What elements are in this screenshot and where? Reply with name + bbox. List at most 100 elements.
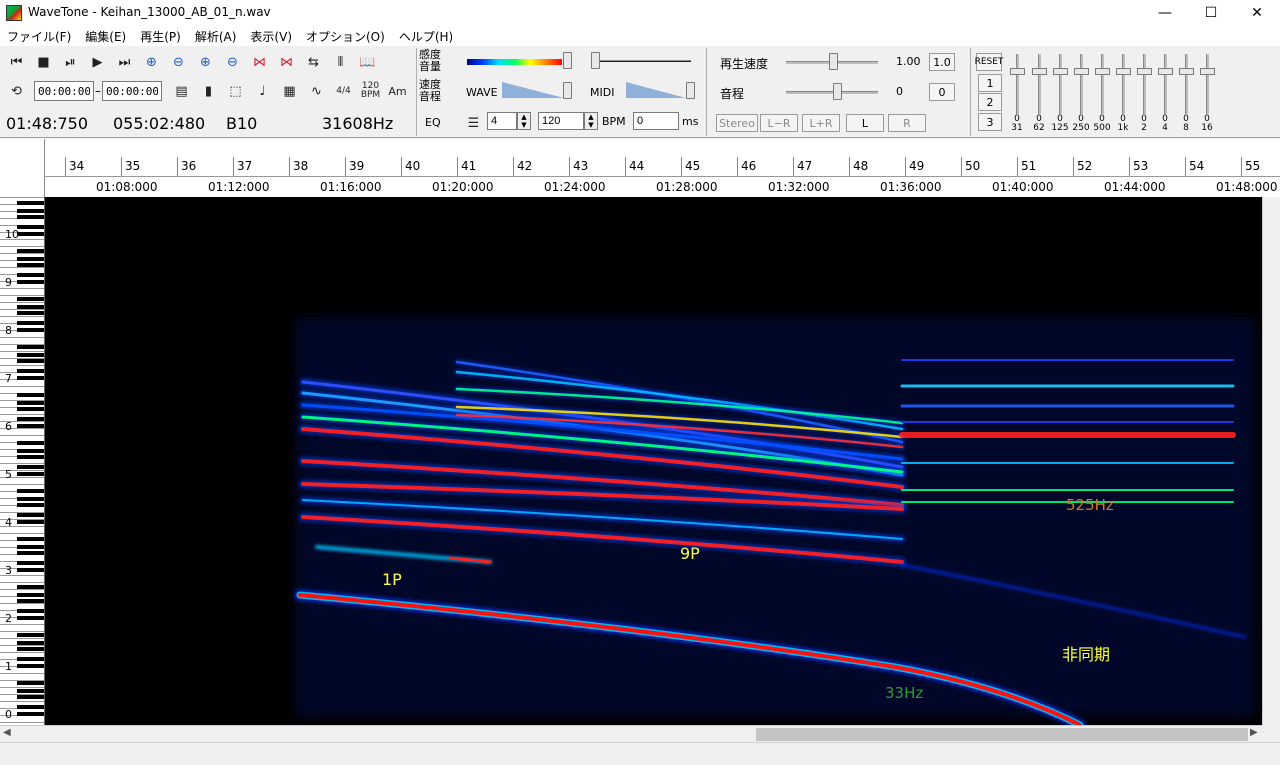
horizontal-scroll-thumb[interactable]: [756, 728, 1248, 741]
black-key[interactable]: [17, 352, 44, 357]
channel-l-button[interactable]: L: [846, 114, 884, 132]
black-key[interactable]: [17, 407, 44, 412]
black-key[interactable]: [17, 681, 44, 686]
eq-thumb[interactable]: [1032, 68, 1047, 75]
eq-thumb[interactable]: [1010, 68, 1025, 75]
black-key[interactable]: [17, 647, 44, 652]
pause-icon[interactable]: ⏯: [57, 50, 84, 74]
black-key[interactable]: [17, 568, 44, 573]
stereo-button[interactable]: Stereo: [716, 114, 758, 132]
black-key[interactable]: [17, 328, 44, 333]
wave-slider[interactable]: [563, 82, 572, 99]
menu-edit[interactable]: 編集(E): [78, 26, 133, 46]
scroll-right-icon[interactable]: ▶: [1250, 727, 1258, 738]
menu-play[interactable]: 再生(P): [133, 26, 188, 46]
playback-speed-reset-button[interactable]: 1.0: [929, 53, 955, 71]
black-key[interactable]: [17, 561, 44, 566]
compress-v-icon[interactable]: ⋈: [273, 50, 300, 74]
menu-file[interactable]: ファイル(F): [0, 26, 78, 46]
select-icon[interactable]: ⬚: [222, 79, 249, 103]
black-key[interactable]: [17, 417, 44, 422]
volume-slider-track[interactable]: [593, 60, 691, 62]
menu-options[interactable]: オプション(O): [299, 26, 392, 46]
bpm-spinner[interactable]: ▲ ▼: [584, 112, 598, 130]
black-key[interactable]: [17, 280, 44, 285]
menu-analyze[interactable]: 解析(A): [188, 26, 244, 46]
eq-band-1k[interactable]: 0 1k: [1114, 54, 1132, 136]
eq-preset-1-button[interactable]: 1: [978, 74, 1002, 92]
eq-thumb[interactable]: [1074, 68, 1089, 75]
layout-icon[interactable]: ▤: [168, 79, 195, 103]
eq-thumb[interactable]: [1137, 68, 1152, 75]
grid-icon[interactable]: ▦: [276, 79, 303, 103]
key-button[interactable]: Am: [384, 79, 411, 103]
black-key[interactable]: [17, 585, 44, 590]
compress-h-icon[interactable]: ⋈: [246, 50, 273, 74]
minimize-button[interactable]: —: [1142, 0, 1188, 26]
black-key[interactable]: [17, 544, 44, 549]
rewind-icon[interactable]: ⏮: [3, 50, 30, 74]
menu-help[interactable]: ヘルプ(H): [392, 26, 460, 46]
note-icon[interactable]: ♩: [249, 79, 276, 103]
beats-input[interactable]: [487, 112, 517, 130]
eq-band-31[interactable]: 0 31: [1008, 54, 1026, 136]
zoom-in-freq-icon[interactable]: ⊕: [192, 50, 219, 74]
volume-slider[interactable]: [591, 52, 600, 69]
eq-preset-3-button[interactable]: 3: [978, 113, 1002, 131]
black-key[interactable]: [17, 359, 44, 364]
black-key[interactable]: [17, 424, 44, 429]
black-key[interactable]: [17, 448, 44, 453]
timeline-ruler[interactable]: 34 35 36 37 38 39 40 41 42 43 44 45 46 47 48 49 50 51 52 53…: [0, 139, 1280, 197]
time-end-input[interactable]: [102, 81, 162, 101]
eq-thumb[interactable]: [1116, 68, 1131, 75]
curve-icon[interactable]: ∿: [303, 79, 330, 103]
book-icon[interactable]: 📖: [354, 50, 381, 74]
black-key[interactable]: [17, 263, 44, 268]
black-key[interactable]: [17, 520, 44, 525]
black-key[interactable]: [17, 633, 44, 638]
play-icon[interactable]: ▶: [84, 50, 111, 74]
black-key[interactable]: [17, 304, 44, 309]
spectrogram-view[interactable]: 1P 9P 525Hz 非同期 33Hz: [45, 197, 1262, 725]
black-key[interactable]: [17, 664, 44, 669]
black-key[interactable]: [17, 297, 44, 302]
black-key[interactable]: [17, 640, 44, 645]
eq-thumb[interactable]: [1179, 68, 1194, 75]
pitch-slider[interactable]: [833, 83, 842, 100]
zoom-in-time-icon[interactable]: ⊕: [138, 50, 165, 74]
vertical-scrollbar[interactable]: [1262, 197, 1280, 725]
black-key[interactable]: [17, 256, 44, 261]
black-key[interactable]: [17, 657, 44, 662]
offset-ms-input[interactable]: [633, 112, 679, 130]
pitch-track[interactable]: [786, 91, 878, 94]
black-key[interactable]: [17, 688, 44, 693]
channel-lminusr-button[interactable]: L−R: [760, 114, 798, 132]
black-key[interactable]: [17, 455, 44, 460]
piano-keyboard[interactable]: 10 9 8 7 6 5 4 3 2 1 0: [0, 197, 45, 725]
black-key[interactable]: [17, 215, 44, 220]
black-key[interactable]: [17, 599, 44, 604]
black-key[interactable]: [17, 201, 44, 206]
black-key[interactable]: [17, 345, 44, 350]
black-key[interactable]: [17, 400, 44, 405]
waveform-icon[interactable]: ⫴: [327, 50, 354, 74]
zoom-out-freq-icon[interactable]: ⊖: [219, 50, 246, 74]
black-key[interactable]: [17, 592, 44, 597]
black-key[interactable]: [17, 695, 44, 700]
black-key[interactable]: [17, 321, 44, 326]
close-button[interactable]: ✕: [1234, 0, 1280, 26]
black-key[interactable]: [17, 537, 44, 542]
bpm-input[interactable]: [538, 112, 584, 130]
black-key[interactable]: [17, 705, 44, 710]
black-key[interactable]: [17, 496, 44, 501]
black-key[interactable]: [17, 225, 44, 230]
horizontal-scrollbar[interactable]: ◀ ▶: [0, 725, 1262, 742]
eq-band-4k[interactable]: 04: [1156, 54, 1174, 136]
beats-spinner[interactable]: ▲ ▼: [517, 112, 531, 130]
eq-reset-button[interactable]: RESET: [975, 53, 1003, 71]
loop-icon[interactable]: ⟲: [3, 79, 30, 103]
eq-band-8k[interactable]: 08: [1177, 54, 1195, 136]
black-key[interactable]: [17, 551, 44, 556]
beats-grid-icon[interactable]: ☰: [460, 111, 487, 135]
eq-thumb[interactable]: [1053, 68, 1068, 75]
